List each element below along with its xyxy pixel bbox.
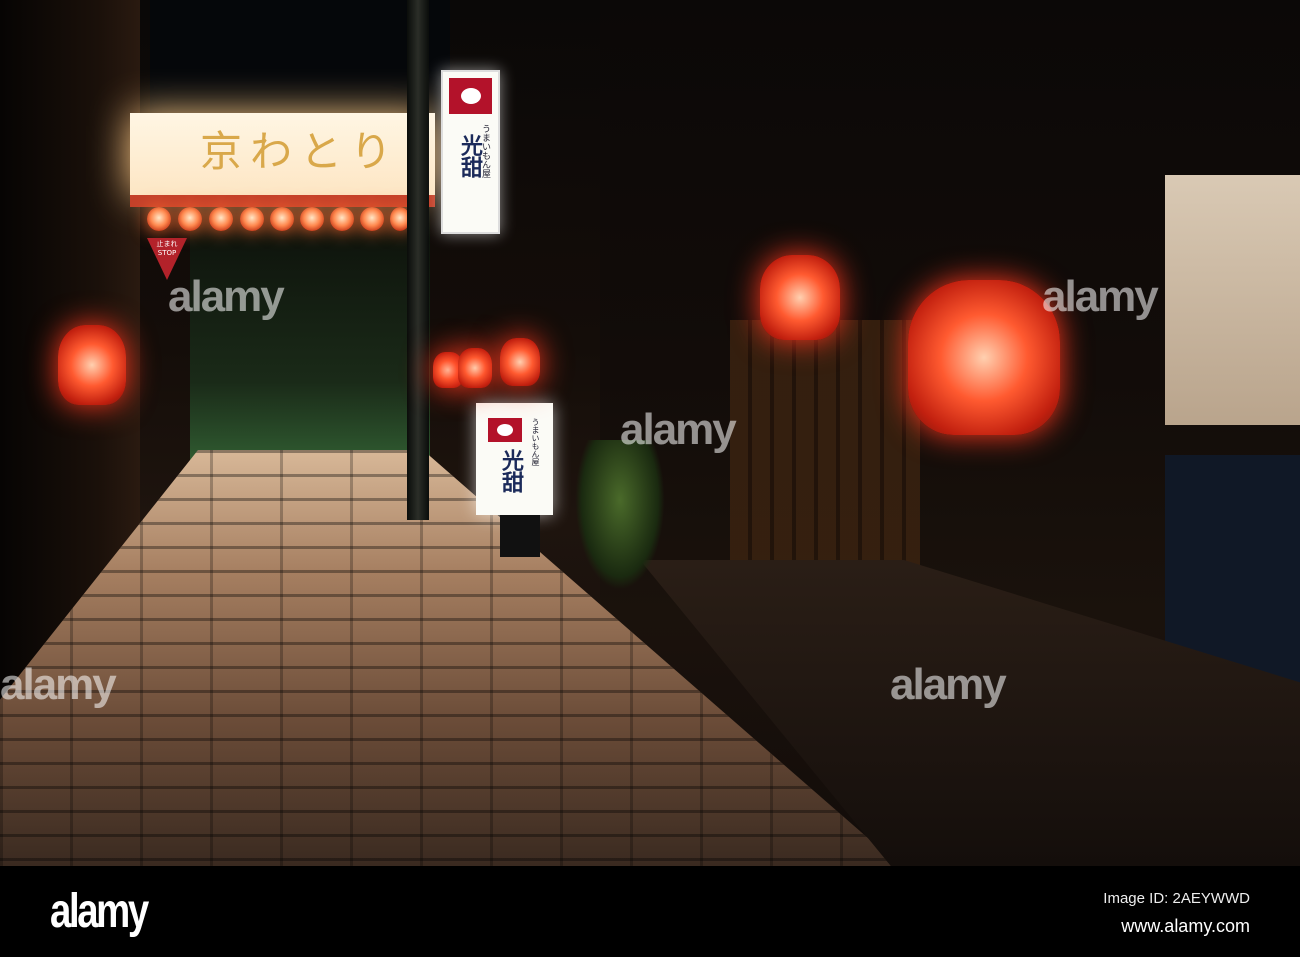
watermark: alamy (168, 272, 285, 321)
crest-icon (449, 78, 492, 114)
sign-stand (500, 515, 540, 557)
image-id: Image ID: 2AEYWWD (1103, 890, 1250, 907)
sign-subtitle: うまいもん屋 (531, 418, 540, 466)
hanging-shop-sign: うまいもん屋 光甜 (441, 70, 500, 234)
lantern (360, 207, 384, 231)
lantern (240, 207, 264, 231)
watermark: alamy (890, 660, 1007, 709)
crest-icon (488, 418, 522, 442)
watermark: alamy (1042, 272, 1159, 321)
red-lantern (58, 325, 126, 405)
sign-name: 光甜 (457, 134, 482, 178)
red-lantern (458, 348, 492, 388)
lantern (178, 207, 202, 231)
utility-pole (407, 0, 429, 520)
plaster-wall (1165, 175, 1300, 425)
website-link[interactable]: www.alamy.com (1121, 916, 1250, 937)
lantern (147, 207, 171, 231)
potted-plant (575, 440, 665, 590)
alamy-logo: alamy (50, 885, 149, 938)
watermark: alamy (620, 405, 737, 454)
lantern (209, 207, 233, 231)
lantern (300, 207, 324, 231)
stop-sign-jp: 止まれ (156, 240, 178, 248)
sign-name: 光甜 (498, 449, 523, 493)
stop-sign-en: STOP (157, 249, 177, 257)
footer-bar: alamy Image ID: 2AEYWWD www.alamy.com (0, 866, 1300, 957)
a-frame-shop-sign: うまいもん屋 光甜 (476, 403, 553, 515)
red-lantern (908, 280, 1060, 435)
lantern (270, 207, 294, 231)
red-lantern (500, 338, 540, 386)
stop-sign-text: 止まれ STOP (147, 240, 187, 258)
stock-photo: 京わとり 止まれ STOP うまいもん屋 光甜 うまいもん屋 光甜 alamy … (0, 0, 1300, 957)
watermark: alamy (0, 660, 117, 709)
distant-alley (190, 200, 430, 460)
red-lantern (760, 255, 840, 340)
night-sky (150, 0, 450, 120)
banner-text: 京わとり (200, 127, 401, 176)
banner-red-beam (130, 195, 435, 207)
lantern (330, 207, 354, 231)
night-alley-photo: 京わとり 止まれ STOP うまいもん屋 光甜 うまいもん屋 光甜 alamy … (0, 0, 1300, 866)
